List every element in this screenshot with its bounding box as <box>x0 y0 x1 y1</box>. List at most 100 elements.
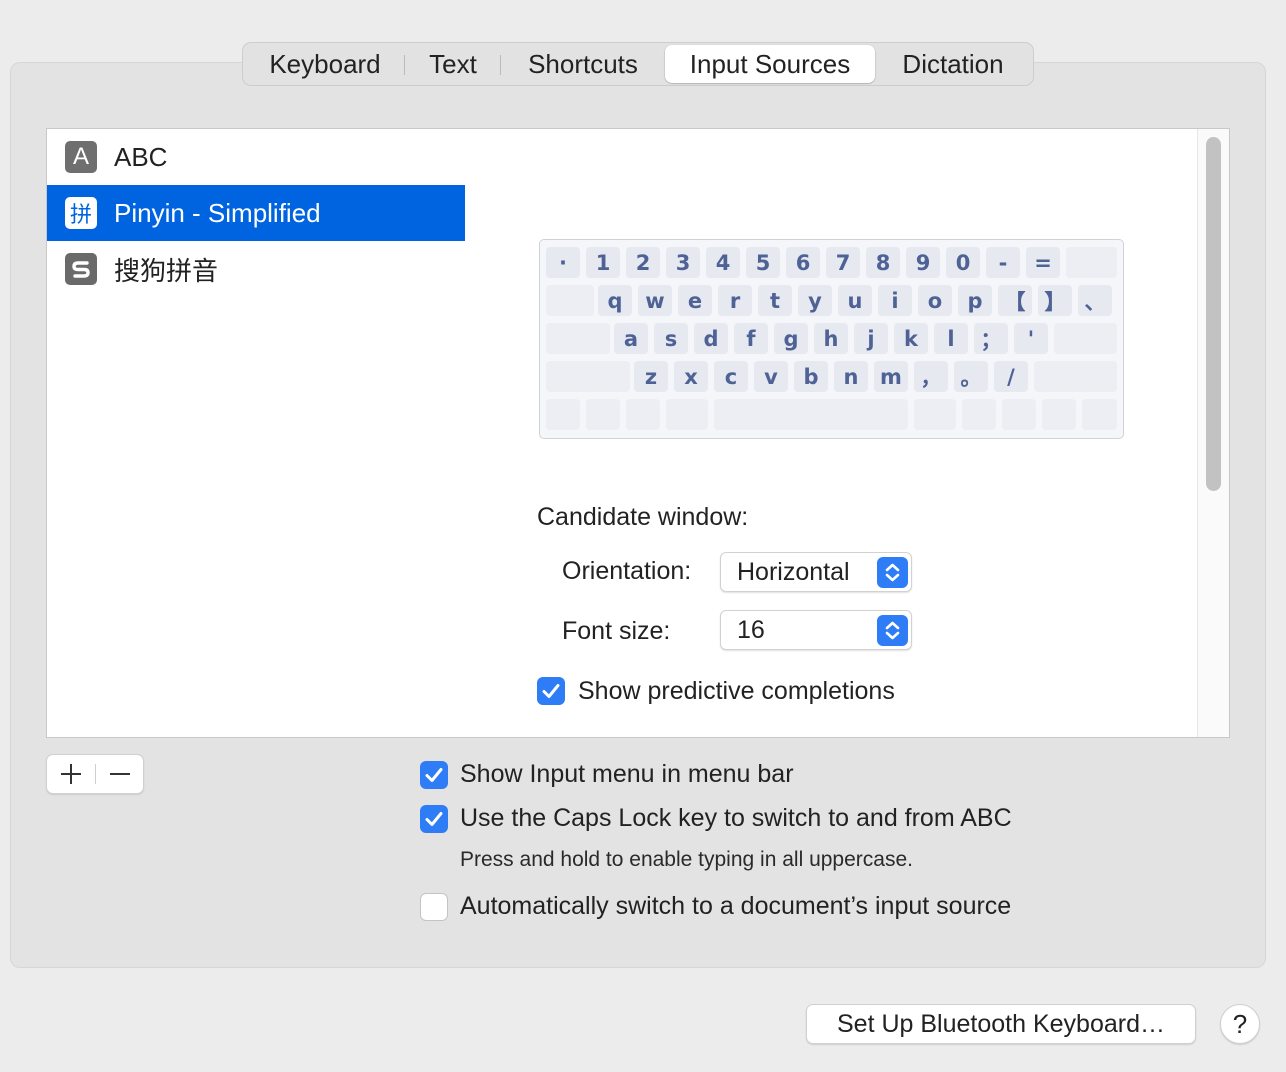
remove-input-source-button[interactable] <box>96 755 144 793</box>
keyboard-key: 、 <box>1078 285 1112 316</box>
keyboard-key: j <box>854 323 888 354</box>
keyboard-key: 】 <box>1038 285 1072 316</box>
auto-switch-source-checkbox[interactable] <box>420 893 448 921</box>
keyboard-key: c <box>714 361 748 392</box>
candidate-window-heading: Candidate window: <box>537 503 749 531</box>
keyboard-key: 。 <box>954 361 988 392</box>
keyboard-key: / <box>994 361 1028 392</box>
keyboard-key: a <box>614 323 648 354</box>
keyboard-key: m <box>874 361 908 392</box>
keyboard-key: 4 <box>706 247 740 278</box>
checkmark-icon <box>542 684 560 698</box>
plus-icon <box>61 764 81 784</box>
keyboard-key: ， <box>914 361 948 392</box>
source-row-sogou[interactable]: 搜狗拼音 <box>47 241 465 297</box>
keyboard-layout-preview: · 1 2 3 4 5 6 7 8 9 0- = q w e r t y u i o p 【】、 a s d f g h j k l； ' z x c… <box>539 239 1124 439</box>
caps-lock-switch-checkbox[interactable] <box>420 805 448 833</box>
keyboard-key: r <box>718 285 752 316</box>
keyboard-key: f <box>734 323 768 354</box>
keyboard-key-blank <box>1002 399 1036 430</box>
source-row-abc[interactable]: A ABC <box>47 129 465 185</box>
keyboard-key-blank <box>586 399 620 430</box>
help-button[interactable]: ? <box>1220 1004 1260 1044</box>
chevron-up-down-icon <box>877 615 908 646</box>
keyboard-key: l <box>934 323 968 354</box>
keyboard-key: v <box>754 361 788 392</box>
keyboard-key: 7 <box>826 247 860 278</box>
tab-text[interactable]: Text <box>405 45 501 83</box>
keyboard-key-blank <box>546 323 610 354</box>
input-source-detail: · 1 2 3 4 5 6 7 8 9 0- = q w e r t y u i o p 【】、 a s d f g h j k l； ' z x c… <box>465 128 1230 738</box>
keyboard-key: 3 <box>666 247 700 278</box>
orientation-value: Horizontal <box>737 557 850 586</box>
keyboard-key: 6 <box>786 247 820 278</box>
keyboard-key-blank <box>1034 361 1117 392</box>
keyboard-key: h <box>814 323 848 354</box>
keyboard-key: s <box>654 323 688 354</box>
scrollbar[interactable] <box>1197 129 1229 737</box>
setup-bluetooth-keyboard-button[interactable]: Set Up Bluetooth Keyboard… <box>806 1004 1196 1044</box>
keyboard-key: 5 <box>746 247 780 278</box>
keyboard-key: 8 <box>866 247 900 278</box>
keyboard-key: x <box>674 361 708 392</box>
tab-keyboard[interactable]: Keyboard <box>245 45 405 83</box>
keyboard-key-blank <box>1066 247 1117 278</box>
minus-icon <box>110 773 130 775</box>
keyboard-key-blank <box>546 361 630 392</box>
keyboard-key: w <box>638 285 672 316</box>
keyboard-key: ' <box>1014 323 1048 354</box>
predictive-completions-label: Show predictive completions <box>578 677 895 705</box>
orientation-label: Orientation: <box>562 557 692 585</box>
source-row-pinyin[interactable]: 拼 Pinyin - Simplified <box>47 185 465 241</box>
source-label: Pinyin - Simplified <box>114 197 321 228</box>
pinyin-input-icon: 拼 <box>65 197 97 229</box>
keyboard-key: 【 <box>998 285 1032 316</box>
tab-bar: Keyboard Text Shortcuts Input Sources Di… <box>242 42 1034 86</box>
keyboard-key: o <box>918 285 952 316</box>
source-label: ABC <box>114 141 168 172</box>
predictive-completions-checkbox[interactable] <box>537 677 565 705</box>
orientation-popup[interactable]: Horizontal <box>720 552 912 592</box>
keyboard-key-blank <box>1082 399 1117 430</box>
add-input-source-button[interactable] <box>47 755 95 793</box>
keyboard-key-blank <box>546 285 594 316</box>
keyboard-key: p <box>958 285 992 316</box>
add-remove-control <box>46 754 144 794</box>
caps-lock-switch-label: Use the Caps Lock key to switch to and f… <box>460 804 1012 832</box>
show-input-menu-checkbox[interactable] <box>420 761 448 789</box>
checkmark-icon <box>425 812 443 826</box>
chevron-up-down-icon <box>877 557 908 588</box>
keyboard-key-blank <box>1054 323 1117 354</box>
keyboard-key-blank <box>714 399 908 430</box>
keyboard-key: i <box>878 285 912 316</box>
scrollbar-thumb[interactable] <box>1206 137 1221 491</box>
show-input-menu-label: Show Input menu in menu bar <box>460 760 794 788</box>
keyboard-key: · <box>546 247 580 278</box>
keyboard-key: z <box>634 361 668 392</box>
keyboard-key-blank <box>962 399 996 430</box>
checkmark-icon <box>425 768 443 782</box>
keyboard-key: - <box>986 247 1020 278</box>
keyboard-key: d <box>694 323 728 354</box>
font-size-popup[interactable]: 16 <box>720 610 912 650</box>
keyboard-key: 1 <box>586 247 620 278</box>
keyboard-key: = <box>1026 247 1060 278</box>
keyboard-key: 2 <box>626 247 660 278</box>
tab-shortcuts[interactable]: Shortcuts <box>501 45 665 83</box>
keyboard-key: ； <box>974 323 1008 354</box>
tab-input-sources[interactable]: Input Sources <box>665 45 875 83</box>
keyboard-key-blank <box>914 399 956 430</box>
keyboard-key-blank <box>546 399 580 430</box>
keyboard-key: g <box>774 323 808 354</box>
keyboard-key: e <box>678 285 712 316</box>
keyboard-key: 9 <box>906 247 940 278</box>
keyboard-key: y <box>798 285 832 316</box>
input-source-list[interactable]: A ABC 拼 Pinyin - Simplified 搜狗拼音 <box>46 128 466 738</box>
keyboard-key: k <box>894 323 928 354</box>
keyboard-key: 0 <box>946 247 980 278</box>
sogou-input-icon <box>65 253 97 285</box>
auto-switch-source-label: Automatically switch to a document’s inp… <box>460 892 1012 920</box>
font-size-value: 16 <box>737 615 765 644</box>
tab-dictation[interactable]: Dictation <box>875 45 1031 83</box>
source-label: 搜狗拼音 <box>114 255 219 286</box>
